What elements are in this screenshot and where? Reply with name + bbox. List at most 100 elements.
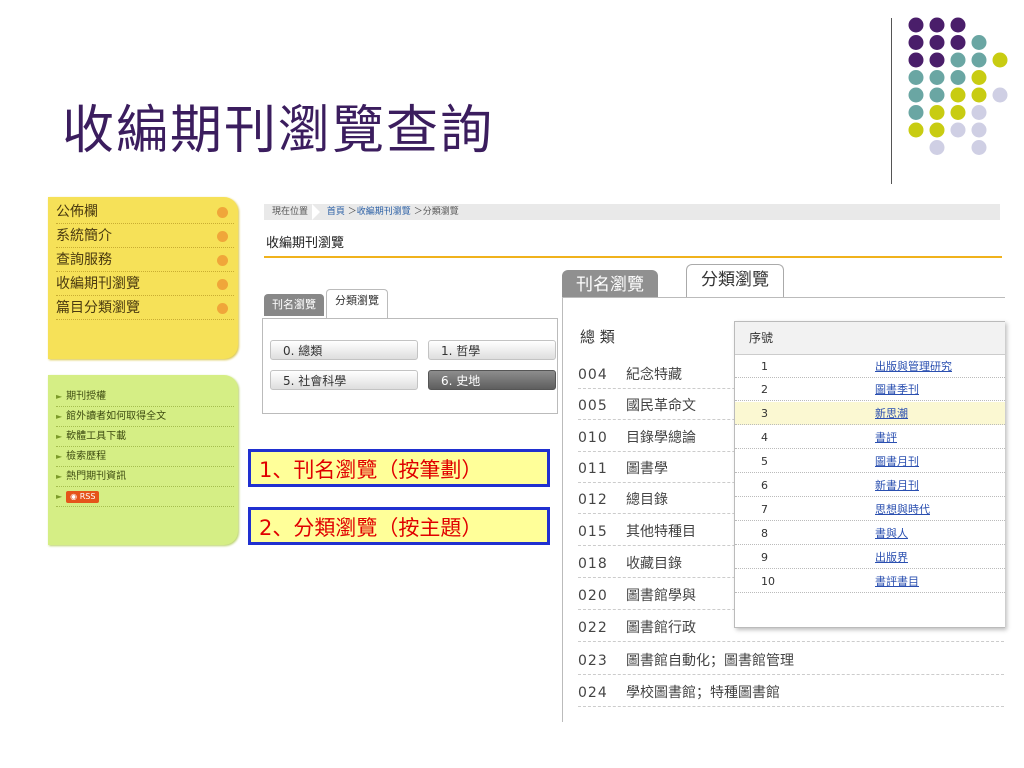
arrow-icon xyxy=(217,255,228,266)
journal-row: 1 出版與管理研究 xyxy=(735,355,1005,378)
category-button-philosophy[interactable]: 1. 哲學 xyxy=(428,340,556,360)
journal-link[interactable]: 圖書月刊 xyxy=(875,453,919,469)
decorative-dot xyxy=(971,122,987,138)
rss-label: RSS xyxy=(79,492,96,501)
sub-item-history[interactable]: ► 檢索歷程 xyxy=(56,447,234,467)
journal-link[interactable]: 新書月刊 xyxy=(875,477,919,493)
category-code: 005 xyxy=(578,398,608,414)
journal-number: 8 xyxy=(761,527,768,540)
sub-item-rss[interactable]: ► ◉ RSS xyxy=(56,487,234,507)
journal-link[interactable]: 圖書季刊 xyxy=(875,381,919,397)
journal-list-header-label: 序號 xyxy=(749,331,774,345)
category-name: 總目錄 xyxy=(626,492,668,508)
arrow-icon xyxy=(217,231,228,242)
menu-item-label: 收編期刊瀏覽 xyxy=(56,276,140,292)
arrow-icon xyxy=(217,303,228,314)
journal-row: 7 思想與時代 xyxy=(735,498,1005,521)
section-title: 收編期刊瀏覽 xyxy=(266,236,345,251)
sub-item-software[interactable]: ► 軟體工具下載 xyxy=(56,427,234,447)
breadcrumb-separator: ＞ xyxy=(413,207,423,217)
sub-item-license[interactable]: ► 期刊授權 xyxy=(56,387,234,407)
journal-link[interactable]: 思想與時代 xyxy=(875,501,930,517)
sub-item-label: 檢索歷程 xyxy=(66,451,107,462)
journal-row: 8 書與人 xyxy=(735,522,1005,545)
category-button-history-geography[interactable]: 6. 史地 xyxy=(428,370,556,390)
menu-item-search-service[interactable]: 查詢服務 xyxy=(56,249,234,272)
journal-link[interactable]: 新思潮 xyxy=(875,405,908,421)
callout-title-browse: 1、刊名瀏覽（按筆劃） xyxy=(248,449,550,487)
bullet-icon: ► xyxy=(56,392,63,401)
decorative-dot xyxy=(908,70,924,85)
decorative-dot xyxy=(971,87,987,103)
journal-row: 6 新書月刊 xyxy=(735,474,1005,497)
menu-item-label: 系統簡介 xyxy=(56,228,112,244)
journal-number: 5 xyxy=(761,455,768,468)
journal-row: 5 圖書月刊 xyxy=(735,450,1005,473)
tab-category-browse-small[interactable]: 分類瀏覽 xyxy=(326,289,388,319)
decorative-dot xyxy=(908,122,924,138)
menu-item-bulletin[interactable]: 公佈欄 xyxy=(56,201,234,224)
category-name: 國民革命文 xyxy=(626,398,696,414)
category-code: 020 xyxy=(578,588,608,604)
journal-link[interactable]: 書與人 xyxy=(875,525,908,541)
tab-title-browse-small[interactable]: 刊名瀏覽 xyxy=(264,294,324,316)
category-row[interactable]: 023 圖書館自動化；圖書館管理 xyxy=(578,648,1004,675)
bullet-icon: ► xyxy=(56,492,63,501)
menu-item-journal-browse[interactable]: 收編期刊瀏覽 xyxy=(56,273,234,296)
journal-link[interactable]: 出版界 xyxy=(875,549,908,565)
callout-category-browse: 2、分類瀏覽（按主題） xyxy=(248,507,550,545)
sub-item-label: 熱門期刊資訊 xyxy=(66,471,127,482)
journal-list-header: 序號 xyxy=(735,322,1005,355)
category-name: 圖書館學與 xyxy=(626,588,696,604)
decorative-dot xyxy=(971,105,987,120)
category-name: 學校圖書館；特種圖書館 xyxy=(626,685,780,701)
sub-item-hot-journals[interactable]: ► 熱門期刊資訊 xyxy=(56,467,234,487)
decorative-dot xyxy=(929,87,945,103)
category-button-social-science[interactable]: 5. 社會科學 xyxy=(270,370,418,390)
menu-item-article-browse[interactable]: 篇目分類瀏覽 xyxy=(56,297,234,320)
sub-item-label: 館外讀者如何取得全文 xyxy=(66,411,167,422)
category-name: 圖書學 xyxy=(626,461,668,477)
tab-title-browse[interactable]: 刊名瀏覽 xyxy=(562,270,658,300)
tab-category-browse[interactable]: 分類瀏覽 xyxy=(686,264,784,299)
journal-row: 9 出版界 xyxy=(735,546,1005,569)
breadcrumb-arrow-icon xyxy=(312,204,321,220)
category-name: 其他特種目 xyxy=(626,524,696,540)
decorative-dot xyxy=(908,17,924,33)
journal-number: 1 xyxy=(761,360,768,373)
decorative-dot xyxy=(929,70,945,85)
section-underline xyxy=(264,256,1002,258)
journal-link[interactable]: 書評 xyxy=(875,429,897,445)
rss-icon: ◉ RSS xyxy=(66,491,100,503)
decorative-dot xyxy=(950,17,966,33)
decorative-dot xyxy=(929,35,945,50)
category-heading: 總 類 xyxy=(580,328,615,346)
breadcrumb-home-link[interactable]: 首頁 xyxy=(327,207,345,217)
category-row[interactable]: 024 學校圖書館；特種圖書館 xyxy=(578,680,1004,707)
menu-item-introduction[interactable]: 系統簡介 xyxy=(56,225,234,248)
journal-row: 10 書評書目 xyxy=(735,570,1005,593)
journal-link[interactable]: 書評書目 xyxy=(875,573,919,589)
decorative-dot xyxy=(971,52,987,68)
category-name: 圖書館自動化；圖書館管理 xyxy=(626,653,794,669)
decorative-dot xyxy=(971,70,987,85)
category-name: 收藏目錄 xyxy=(626,556,682,572)
category-code: 010 xyxy=(578,430,608,446)
journal-link[interactable]: 出版與管理研究 xyxy=(875,358,952,374)
decorative-dot xyxy=(950,52,966,68)
sub-item-fulltext[interactable]: ► 館外讀者如何取得全文 xyxy=(56,407,234,427)
category-code: 004 xyxy=(578,367,608,383)
category-code: 018 xyxy=(578,556,608,572)
menu-item-label: 篇目分類瀏覽 xyxy=(56,300,140,316)
breadcrumb-journal-link[interactable]: 收編期刊瀏覽 xyxy=(357,207,411,217)
journal-number: 9 xyxy=(761,551,768,564)
category-button-general[interactable]: 0. 總類 xyxy=(270,340,418,360)
decorative-dot xyxy=(950,87,966,103)
journal-number: 3 xyxy=(761,407,768,420)
category-code: 024 xyxy=(578,685,608,701)
decorative-dot xyxy=(908,35,924,50)
arrow-icon xyxy=(217,207,228,218)
journal-list: 序號 1 出版與管理研究 2 圖書季刊 3 新思潮 4 書評 5 圖書月刊 6 新書月刊 7… xyxy=(734,321,1005,628)
decorative-dot xyxy=(929,17,945,33)
category-code: 023 xyxy=(578,653,608,669)
